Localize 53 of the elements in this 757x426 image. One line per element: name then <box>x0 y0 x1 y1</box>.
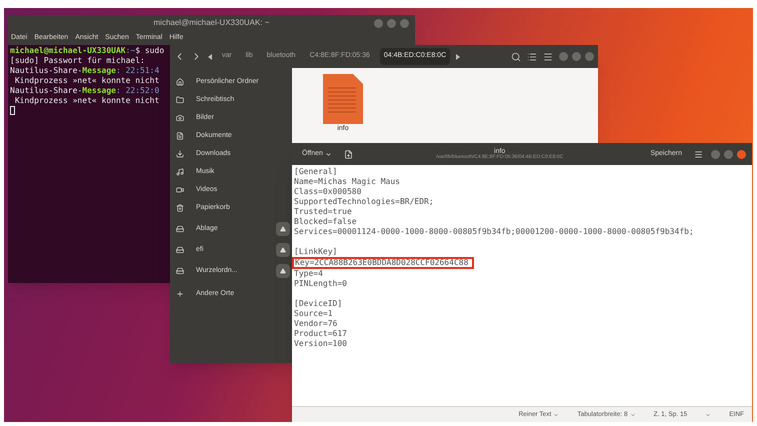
eject-button[interactable] <box>276 243 290 257</box>
text-line: Product=617 <box>294 329 347 339</box>
right-arrow-icon[interactable] <box>456 54 460 60</box>
text-file-icon[interactable] <box>323 74 363 124</box>
drive-icon <box>176 246 184 254</box>
terminal-line: Nautilus-Share-Message: 22:52:0 <box>10 86 160 96</box>
cursor-icon <box>10 106 15 115</box>
terminal-line: michael@michael-UX330UAK:~$ sudo <box>10 46 164 56</box>
view-icon[interactable] <box>527 52 537 62</box>
terminal-line: Kindprozess »net« konnte nicht <box>14 96 160 106</box>
document-icon <box>176 132 184 140</box>
eject-button[interactable] <box>276 222 290 236</box>
eject-icon <box>280 247 286 253</box>
text-line: Version=100 <box>294 339 347 349</box>
video-icon <box>176 186 184 194</box>
text-line: [LinkKey] <box>294 247 338 257</box>
menu-icon[interactable] <box>694 150 703 158</box>
home-icon <box>176 78 184 86</box>
caret-icon <box>630 412 636 418</box>
camera-icon <box>176 114 184 122</box>
text-line: Source=1 <box>294 309 333 319</box>
new-document-icon[interactable] <box>344 150 353 158</box>
folder-icon <box>176 96 184 104</box>
window-title: michael@michael-UX330UAK: ~ <box>154 17 270 29</box>
text-line: Class=0x000580 <box>294 187 362 197</box>
music-icon <box>176 168 184 176</box>
text-line: Services=00001124-0000-1000-8000-00805f9b34fb;00001200-0000-1000-8000-00805f9b34fb; <box>294 227 694 237</box>
caret-icon <box>553 412 560 418</box>
download-icon <box>176 150 184 158</box>
drive-icon <box>176 267 184 275</box>
eject-icon <box>280 226 286 232</box>
trash-icon <box>176 204 184 212</box>
left-arrow-icon[interactable] <box>208 54 212 60</box>
terminal-line: [sudo] Passwort für michael: <box>10 56 145 66</box>
text-line: Trusted=true <box>294 207 352 217</box>
text-line: Vendor=76 <box>294 319 338 329</box>
search-icon[interactable] <box>511 52 521 62</box>
text-line: Type=4 <box>294 269 323 279</box>
text-line: [General] <box>294 167 338 177</box>
terminal-line: Nautilus-Share-Message: 22:51:4 <box>10 66 160 76</box>
text-line: [DeviceID] <box>294 299 342 309</box>
text-line: Name=Michas Magic Maus <box>294 177 400 187</box>
caret-icon <box>324 150 332 158</box>
terminal-line: Kindprozess »net« konnte nicht <box>14 76 160 86</box>
eject-button[interactable] <box>276 264 290 278</box>
text-line: SupportedTechnologies=BR/EDR; <box>294 197 434 207</box>
plus-icon <box>176 290 184 298</box>
text-line: Blocked=false <box>294 217 357 227</box>
menu-icon[interactable] <box>543 52 553 62</box>
eject-icon <box>280 268 286 274</box>
drive-icon <box>176 225 184 233</box>
close-icon[interactable] <box>737 150 746 158</box>
text-line: PINLength=0 <box>294 279 347 289</box>
